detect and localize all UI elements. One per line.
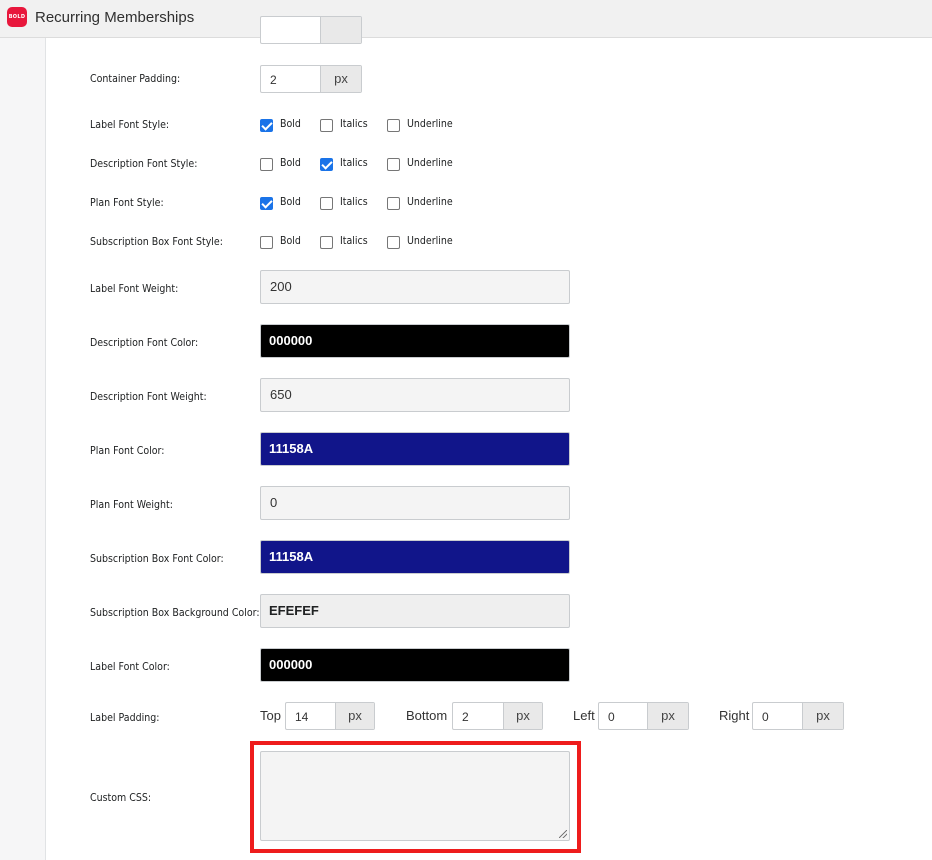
container-padding-input[interactable]: 2 px [260, 65, 362, 93]
plan-font-color-label: Plan Font Color: [90, 444, 165, 457]
plan-font-weight-input[interactable]: 0 [260, 486, 570, 520]
subscription-box-underline-checkbox[interactable] [387, 236, 400, 249]
padding-right-input[interactable]: 0 px [752, 702, 844, 730]
label-font-style-label: Label Font Style: [90, 118, 170, 131]
padding-right-value: 0 [762, 710, 769, 724]
padding-top-value: 14 [295, 710, 309, 724]
label-bold-checkbox[interactable] [260, 119, 273, 132]
description-italics-text: Italics [340, 156, 368, 169]
label-font-weight-input[interactable]: 200 [260, 270, 570, 304]
plan-underline-text: Underline [407, 195, 453, 208]
padding-left-label: Left [573, 708, 595, 723]
label-bold-text: Bold [280, 117, 301, 130]
padding-bottom-label: Bottom [406, 708, 448, 723]
cut-off-unit-addon [320, 17, 361, 43]
label-font-color-input[interactable]: 000000 [260, 648, 570, 682]
padding-bottom-value: 2 [462, 710, 469, 724]
plan-italics-checkbox[interactable] [320, 197, 333, 210]
label-italics-text: Italics [340, 117, 368, 130]
highlight-box [250, 741, 581, 853]
subscription-box-italics-text: Italics [340, 234, 368, 247]
subscription-box-background-color-input[interactable]: EFEFEF [260, 594, 570, 628]
label-padding-label: Label Padding: [90, 711, 160, 724]
padding-left-value: 0 [608, 710, 615, 724]
subscription-box-font-color-label: Subscription Box Font Color: [90, 552, 224, 565]
subscription-box-italics-checkbox[interactable] [320, 236, 333, 249]
description-font-color-label: Description Font Color: [90, 336, 199, 349]
padding-bottom-unit: px [503, 703, 542, 729]
plan-font-color-input[interactable]: 11158A [260, 432, 570, 466]
label-underline-checkbox[interactable] [387, 119, 400, 132]
plan-font-style-label: Plan Font Style: [90, 196, 164, 209]
padding-top-label: Top [260, 708, 281, 723]
padding-right-label: Right [719, 708, 750, 723]
custom-css-label: Custom CSS: [90, 791, 152, 804]
label-font-weight-label: Label Font Weight: [90, 282, 179, 295]
subscription-box-underline-text: Underline [407, 234, 453, 247]
description-font-style-label: Description Font Style: [90, 157, 198, 170]
label-italics-checkbox[interactable] [320, 119, 333, 132]
description-font-color-input[interactable]: 000000 [260, 324, 570, 358]
plan-bold-checkbox[interactable] [260, 197, 273, 210]
plan-underline-checkbox[interactable] [387, 197, 400, 210]
padding-bottom-input[interactable]: 2 px [452, 702, 543, 730]
description-font-weight-input[interactable]: 650 [260, 378, 570, 412]
padding-top-unit: px [335, 703, 374, 729]
subscription-box-font-style-label: Subscription Box Font Style: [90, 235, 223, 248]
description-font-weight-label: Description Font Weight: [90, 390, 207, 403]
padding-top-input[interactable]: 14 px [285, 702, 375, 730]
container-padding-value: 2 [270, 73, 277, 87]
padding-right-unit: px [802, 703, 843, 729]
container-padding-unit: px [320, 66, 361, 92]
description-underline-text: Underline [407, 156, 453, 169]
description-italics-checkbox[interactable] [320, 158, 333, 171]
subscription-box-bold-checkbox[interactable] [260, 236, 273, 249]
plan-font-weight-label: Plan Font Weight: [90, 498, 173, 511]
description-underline-checkbox[interactable] [387, 158, 400, 171]
plan-italics-text: Italics [340, 195, 368, 208]
settings-form: Container Padding: 2 px Label Font Style… [0, 0, 932, 860]
label-underline-text: Underline [407, 117, 453, 130]
subscription-box-bold-text: Bold [280, 234, 301, 247]
subscription-box-background-color-label: Subscription Box Background Color: [90, 606, 260, 619]
label-font-color-label: Label Font Color: [90, 660, 170, 673]
cut-off-number-input[interactable] [260, 16, 362, 44]
container-padding-label: Container Padding: [90, 72, 181, 85]
subscription-box-font-color-input[interactable]: 11158A [260, 540, 570, 574]
description-bold-text: Bold [280, 156, 301, 169]
plan-bold-text: Bold [280, 195, 301, 208]
description-bold-checkbox[interactable] [260, 158, 273, 171]
padding-left-input[interactable]: 0 px [598, 702, 689, 730]
padding-left-unit: px [647, 703, 688, 729]
